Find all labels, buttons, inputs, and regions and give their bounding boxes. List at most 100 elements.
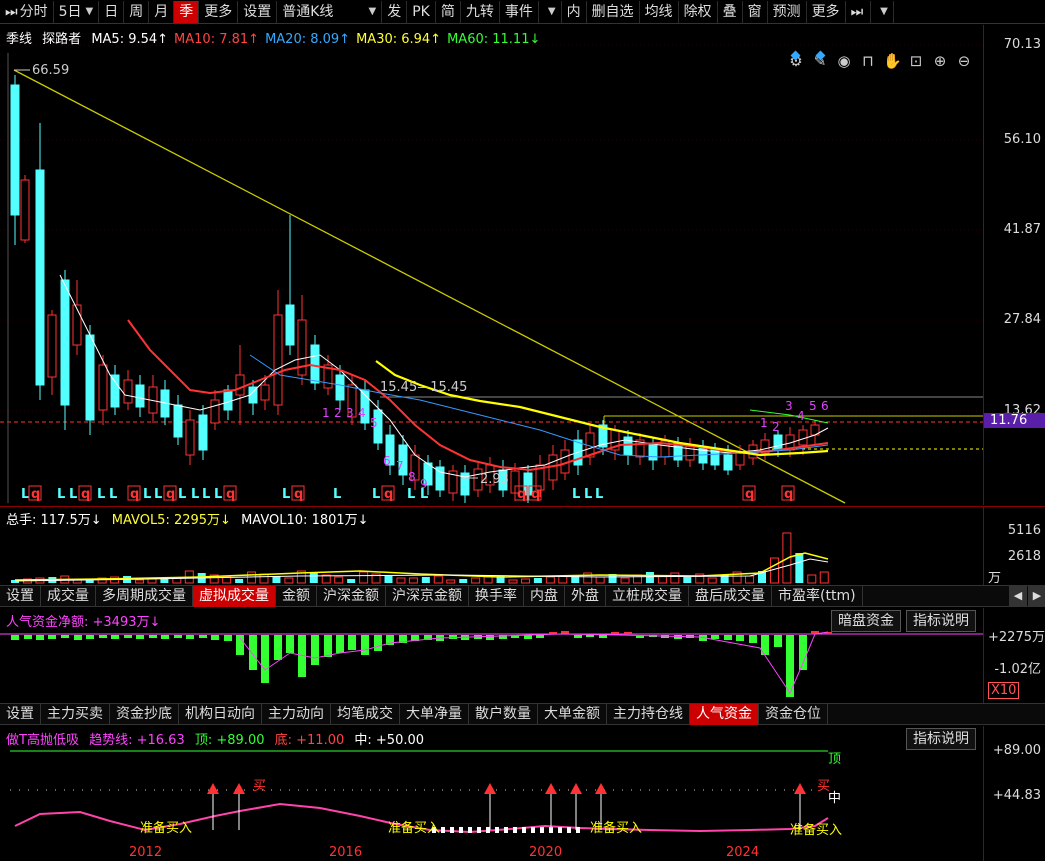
toolbar-item-24[interactable]: ▼	[871, 0, 894, 23]
volume-bar	[446, 579, 456, 584]
toolbar-item-21[interactable]: 预测	[768, 0, 807, 23]
td-sequence-number: 6	[821, 399, 829, 413]
toolbar-item-5[interactable]: 季	[174, 0, 200, 23]
tab-tabs1-6[interactable]: 沪深京金额	[386, 586, 469, 607]
toolbar-item-1[interactable]: 5日 ▼	[54, 0, 100, 23]
signal-mark: L	[154, 487, 162, 502]
year-label: 2024	[726, 845, 759, 860]
toolbar-item-17[interactable]: 均线	[640, 0, 679, 23]
tab-tabs1-5[interactable]: 沪深金额	[317, 586, 386, 607]
money-bar	[799, 635, 807, 670]
signal-mark: L	[191, 487, 199, 502]
t-indicator-chart[interactable]: 买买顶中准备买入 准备买入 准备买入 准备买入2012 2016 2020 2024	[0, 726, 983, 861]
ready-buy-label: 准备买入	[790, 822, 842, 838]
tab-tabs2-5[interactable]: 均笔成交	[331, 704, 400, 725]
toolbar-item-label: 更多	[204, 3, 233, 20]
tab-tabs1-1[interactable]: 成交量	[41, 586, 96, 607]
toolbar-item-15[interactable]: 内	[562, 0, 587, 23]
toolbar-item-20[interactable]: 窗	[743, 0, 768, 23]
tab-tabs2-10[interactable]: 人气资金	[690, 704, 759, 725]
tab-tabs2-2[interactable]: 资金抄底	[110, 704, 179, 725]
kline-chart[interactable]: 66.592.9315.45—15.451 2 3 456 78 91 2345 6L q L Lq…	[0, 25, 983, 505]
chevron-down-icon: ▼	[880, 5, 888, 17]
tab-scroll: ◀ ▶	[1008, 586, 1045, 606]
money-indicator-tabs: 设置 主力买卖 资金抄底 机构日动向 主力动向 均笔成交 大单净量 散户数量 大单金额 主力持仓线…	[0, 703, 1045, 725]
toolbar-item-18[interactable]: 除权	[679, 0, 718, 23]
volume-bar	[645, 572, 654, 583]
tab-tabs1-8[interactable]: 内盘	[524, 586, 565, 607]
volume-bar	[309, 573, 318, 583]
scroll-right-icon[interactable]: ▶	[1028, 586, 1045, 606]
toolbar-item-12[interactable]: 九转	[461, 0, 500, 23]
tab-tabs2-9[interactable]: 主力持仓线	[607, 704, 690, 725]
tab-tabs2-11[interactable]: 资金仓位	[759, 704, 828, 725]
volume-bar	[259, 573, 269, 584]
toolbar-item-9[interactable]: 发	[382, 0, 408, 23]
toolbar-item-13[interactable]: 事件	[500, 0, 539, 23]
tab-tabs2-0[interactable]: 设置	[0, 704, 41, 725]
toolbar-item-19[interactable]: 叠	[718, 0, 743, 23]
tab-tabs2-8[interactable]: 大单金额	[538, 704, 607, 725]
volume-chart[interactable]	[0, 507, 983, 585]
tab-tabs2-4[interactable]: 主力动向	[262, 704, 331, 725]
signal-mark: q	[517, 487, 526, 502]
tab-tabs1-11[interactable]: 盘后成交量	[689, 586, 772, 607]
high-price-mark: 66.59	[32, 63, 69, 78]
toolbar-item-8[interactable]: 普通K线 ▼	[277, 0, 383, 23]
year-label: 2012	[129, 845, 162, 860]
candle-body	[223, 389, 233, 411]
td-sequence-number: 1	[760, 416, 768, 430]
candle-body	[85, 334, 95, 421]
tab-tabs2-6[interactable]: 大单净量	[400, 704, 469, 725]
tab-tabs1-10[interactable]: 立桩成交量	[606, 586, 689, 607]
scroll-left-icon[interactable]: ◀	[1009, 586, 1027, 606]
toolbar-item-14[interactable]: ▼	[539, 0, 562, 23]
tab-tabs1-7[interactable]: 换手率	[469, 586, 524, 607]
toolbar-item-23[interactable]: ⏭	[846, 0, 872, 23]
vol-tick-high: 5116	[1007, 523, 1041, 538]
price-tick: 56.10	[1003, 132, 1041, 147]
toolbar-item-2[interactable]: 日	[99, 0, 125, 23]
money-bar	[24, 635, 32, 639]
toolbar-item-3[interactable]: 周	[124, 0, 150, 23]
candle-body	[210, 399, 220, 424]
toolbar-item-22[interactable]: 更多	[807, 0, 846, 23]
volume-bar	[745, 575, 755, 584]
money-bar	[124, 635, 132, 638]
money-axis: +2275万 -1.02亿 X10	[983, 608, 1045, 703]
tab-tabs1-4[interactable]: 金额	[276, 586, 317, 607]
candle-body	[260, 384, 270, 401]
toolbar-item-10[interactable]: PK	[407, 0, 436, 23]
candle-body	[110, 374, 120, 408]
candle-body	[335, 374, 345, 401]
tab-tabs2-3[interactable]: 机构日动向	[179, 704, 262, 725]
tab-tabs2-7[interactable]: 散户数量	[469, 704, 538, 725]
tab-tabs1-12[interactable]: 市盈率(ttm)	[772, 586, 863, 607]
money-bar	[724, 635, 732, 640]
td-sequence-number: 8	[408, 470, 416, 484]
toolbar-item-4[interactable]: 月	[149, 0, 175, 23]
tab-tabs1-2[interactable]: 多周期成交量	[96, 586, 193, 607]
buy-arrow-icon	[207, 783, 219, 794]
candle-body	[273, 314, 283, 406]
toolbar-item-7[interactable]: 设置	[238, 0, 278, 23]
volume-bar	[284, 577, 294, 584]
money-bar	[224, 635, 232, 641]
td-sequence-number: 5	[370, 416, 378, 430]
toolbar-item-16[interactable]: 删自选	[587, 0, 640, 23]
candle-body	[60, 279, 70, 406]
tab-tabs1-0[interactable]: 设置	[0, 586, 41, 607]
money-bar	[586, 635, 594, 637]
money-bar	[374, 635, 382, 651]
year-label: 2020	[529, 845, 562, 860]
toolbar-item-label: 5日	[58, 3, 82, 20]
t-tick-top: +89.00	[992, 743, 1041, 758]
tab-tabs2-1[interactable]: 主力买卖	[41, 704, 110, 725]
toolbar-item-0[interactable]: ⏭ 分时	[0, 0, 54, 23]
ma10-line	[127, 319, 829, 472]
tab-tabs1-3[interactable]: 虚拟成交量	[193, 586, 276, 607]
toolbar-item-6[interactable]: 更多	[199, 0, 239, 23]
tab-tabs1-9[interactable]: 外盘	[565, 586, 606, 607]
toolbar-item-11[interactable]: 简	[436, 0, 461, 23]
money-chart[interactable]	[0, 608, 983, 703]
